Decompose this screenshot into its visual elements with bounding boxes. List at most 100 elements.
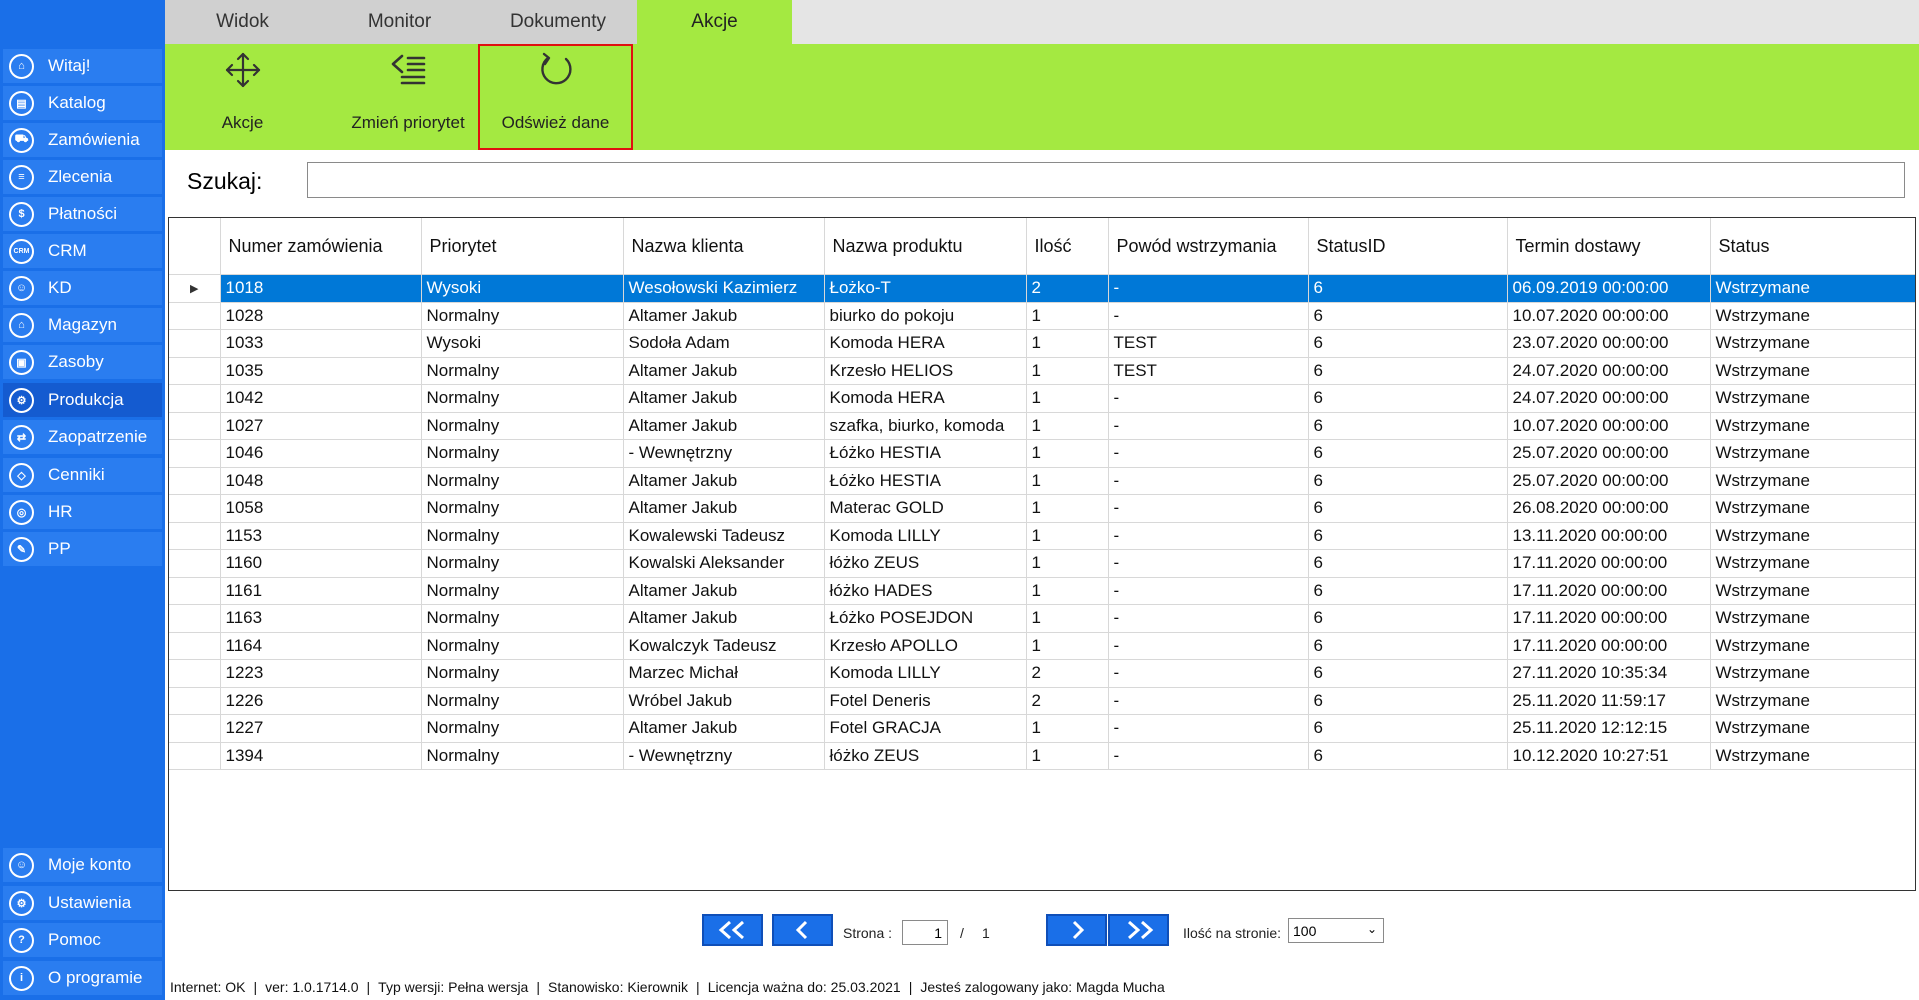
table-row[interactable]: 1153 Normalny Kowalewski Tadeusz Komoda LIL… [169, 522, 1915, 550]
table-cell[interactable]: 1160 [220, 549, 422, 578]
table-cell[interactable]: - [1108, 687, 1309, 715]
table-row[interactable]: 1394 Normalny - Wewnętrzny łóżko ZEUS 1-6 10.… [169, 742, 1915, 770]
table-cell[interactable]: 1163 [220, 604, 422, 633]
table-cell[interactable]: 6 [1308, 714, 1508, 743]
row-header[interactable] [169, 302, 221, 330]
column-header[interactable]: Powód wstrzymania [1108, 218, 1309, 275]
table-cell[interactable]: 1048 [220, 467, 422, 495]
table-row[interactable]: 1042 Normalny Altamer Jakub Komoda HERA 1-6 2… [169, 384, 1915, 413]
table-cell[interactable]: - [1108, 412, 1309, 440]
table-row[interactable]: 1164 Normalny Kowalczyk Tadeusz Krzesło APO… [169, 632, 1915, 660]
table-cell[interactable]: Łożko-T [824, 274, 1027, 303]
tab-dokumenty[interactable]: Dokumenty [479, 0, 637, 44]
table-cell[interactable]: - [1108, 274, 1309, 303]
table-cell[interactable]: Wstrzymane [1710, 714, 1915, 743]
table-cell[interactable]: Wróbel Jakub [623, 687, 825, 715]
table-cell[interactable]: 1046 [220, 439, 422, 468]
table-cell[interactable]: 1027 [220, 412, 422, 440]
table-cell[interactable]: - [1108, 384, 1309, 413]
table-cell[interactable]: Normalny [421, 604, 624, 633]
row-header[interactable] [169, 329, 221, 358]
table-cell[interactable]: Sodoła Adam [623, 329, 825, 358]
table-row[interactable]: 1227 Normalny Altamer Jakub Fotel GRACJA 1-6… [169, 714, 1915, 743]
table-cell[interactable]: 1028 [220, 302, 422, 330]
table-cell[interactable]: Wstrzymane [1710, 357, 1915, 385]
table-cell[interactable]: - [1108, 439, 1309, 468]
table-cell[interactable]: TEST [1108, 329, 1309, 358]
table-cell[interactable]: 25.11.2020 12:12:15 [1507, 714, 1711, 743]
table-cell[interactable]: Normalny [421, 742, 624, 770]
table-cell[interactable]: - [1108, 577, 1309, 605]
table-cell[interactable]: 1018 [220, 274, 422, 303]
table-cell[interactable]: 6 [1308, 687, 1508, 715]
row-header[interactable] [169, 467, 221, 495]
table-cell[interactable]: Normalny [421, 302, 624, 330]
table-cell[interactable]: 25.07.2020 00:00:00 [1507, 439, 1711, 468]
table-cell[interactable]: Altamer Jakub [623, 412, 825, 440]
table-cell[interactable]: 1 [1026, 604, 1109, 633]
table-cell[interactable]: 1 [1026, 384, 1109, 413]
table-cell[interactable]: 1223 [220, 659, 422, 688]
table-cell[interactable]: Normalny [421, 714, 624, 743]
table-cell[interactable]: 25.07.2020 00:00:00 [1507, 467, 1711, 495]
table-cell[interactable]: Łóżko HESTIA [824, 439, 1027, 468]
column-header[interactable]: StatusID [1308, 218, 1508, 275]
sidebar-item-platnosci[interactable]: $ Płatności [3, 197, 162, 231]
table-cell[interactable]: 1 [1026, 412, 1109, 440]
table-cell[interactable]: 1227 [220, 714, 422, 743]
table-cell[interactable]: łóżko HADES [824, 577, 1027, 605]
column-header[interactable]: Ilość [1026, 218, 1109, 275]
table-cell[interactable]: 6 [1308, 494, 1508, 523]
row-header[interactable] [169, 604, 221, 633]
sidebar-item-zlecenia[interactable]: ≡ Zlecenia [3, 160, 162, 194]
table-cell[interactable]: 6 [1308, 357, 1508, 385]
table-cell[interactable]: Wysoki [421, 274, 624, 303]
table-cell[interactable]: Łóżko HESTIA [824, 467, 1027, 495]
table-cell[interactable]: 27.11.2020 10:35:34 [1507, 659, 1711, 688]
row-header[interactable] [169, 384, 221, 413]
table-cell[interactable]: 1 [1026, 632, 1109, 660]
sidebar-item-zamowienia[interactable]: ⛟ Zamówienia [3, 123, 162, 157]
tab-akcje[interactable]: Akcje [637, 0, 792, 44]
table-cell[interactable]: - Wewnętrzny [623, 439, 825, 468]
sidebar-item-o-programie[interactable]: i O programie [3, 961, 162, 995]
table-cell[interactable]: Wstrzymane [1710, 632, 1915, 660]
table-cell[interactable]: Altamer Jakub [623, 577, 825, 605]
row-header[interactable] [169, 494, 221, 523]
table-cell[interactable]: Wstrzymane [1710, 659, 1915, 688]
last-page-button[interactable] [1108, 914, 1169, 946]
table-cell[interactable]: 1164 [220, 632, 422, 660]
row-header[interactable] [169, 357, 221, 385]
table-cell[interactable]: Wysoki [421, 329, 624, 358]
table-cell[interactable]: Fotel Deneris [824, 687, 1027, 715]
table-cell[interactable]: Komoda LILLY [824, 659, 1027, 688]
table-row[interactable]: 1033 Wysoki Sodoła Adam Komoda HERA 1 TEST 6 23… [169, 329, 1915, 358]
table-cell[interactable]: 1161 [220, 577, 422, 605]
row-header[interactable] [169, 714, 221, 743]
table-cell[interactable]: Altamer Jakub [623, 604, 825, 633]
table-cell[interactable]: Altamer Jakub [623, 714, 825, 743]
table-cell[interactable]: Normalny [421, 494, 624, 523]
table-cell[interactable]: - Wewnętrzny [623, 742, 825, 770]
sidebar-item-ustawienia[interactable]: ⚙ Ustawienia [3, 886, 162, 920]
table-cell[interactable]: Normalny [421, 632, 624, 660]
row-header[interactable] [169, 742, 221, 770]
table-row[interactable]: 1027 Normalny Altamer Jakub szafka, biurko,… [169, 412, 1915, 440]
table-cell[interactable]: Wstrzymane [1710, 577, 1915, 605]
table-cell[interactable]: - [1108, 522, 1309, 550]
table-cell[interactable]: 6 [1308, 274, 1508, 303]
table-cell[interactable]: 6 [1308, 302, 1508, 330]
table-cell[interactable]: Wstrzymane [1710, 384, 1915, 413]
table-cell[interactable]: TEST [1108, 357, 1309, 385]
table-cell[interactable]: 1153 [220, 522, 422, 550]
column-header[interactable]: Termin dostawy [1507, 218, 1711, 275]
table-cell[interactable]: biurko do pokoju [824, 302, 1027, 330]
column-header[interactable]: Priorytet [421, 218, 624, 275]
table-cell[interactable]: 6 [1308, 329, 1508, 358]
table-cell[interactable]: - [1108, 467, 1309, 495]
table-cell[interactable]: szafka, biurko, komoda [824, 412, 1027, 440]
table-cell[interactable]: - [1108, 494, 1309, 523]
table-cell[interactable]: Marzec Michał [623, 659, 825, 688]
table-cell[interactable]: - [1108, 549, 1309, 578]
table-cell[interactable]: 10.07.2020 00:00:00 [1507, 412, 1711, 440]
